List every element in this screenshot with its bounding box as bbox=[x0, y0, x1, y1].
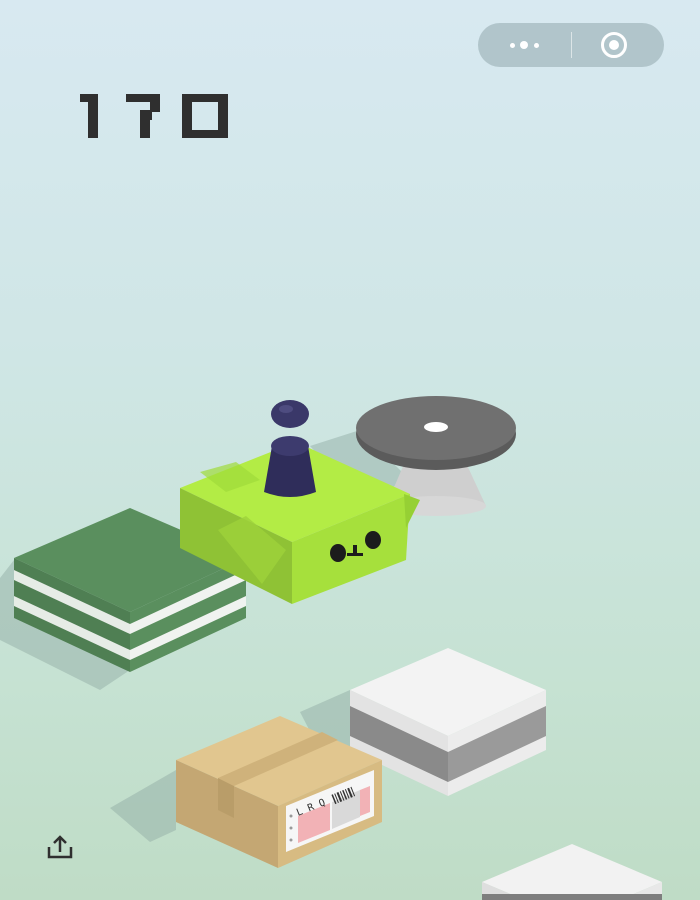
game-scene[interactable]: L R Q bbox=[0, 0, 700, 900]
player-piece[interactable] bbox=[264, 400, 316, 497]
share-upload-icon[interactable] bbox=[46, 835, 74, 861]
next-block bbox=[482, 844, 662, 900]
